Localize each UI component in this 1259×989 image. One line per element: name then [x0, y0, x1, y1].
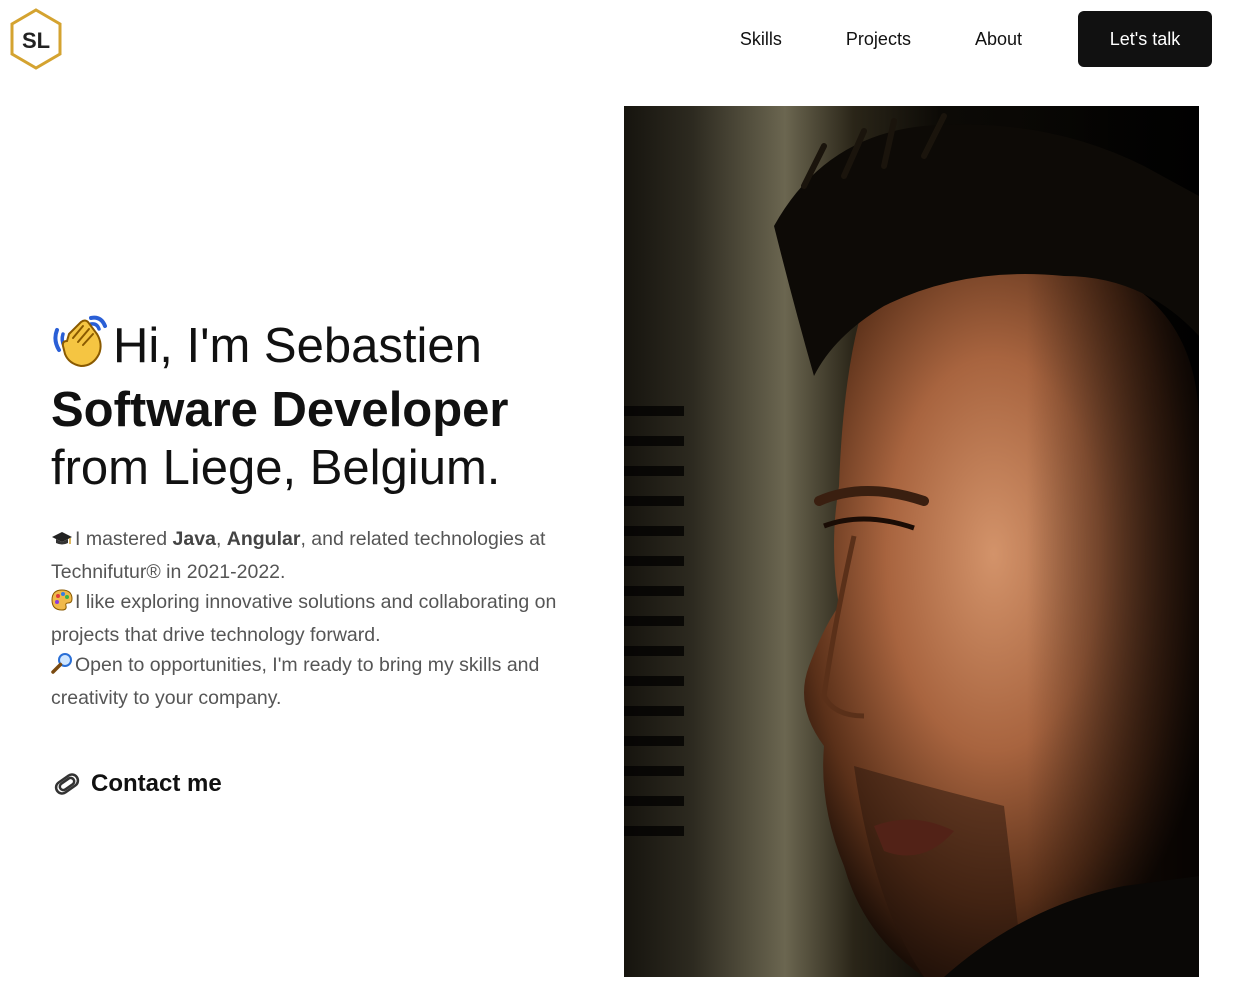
- page: SL Skills Projects About Let's talk Hi, …: [0, 0, 1259, 989]
- graduation-cap-icon: [51, 527, 75, 557]
- greeting-line: Hi, I'm Sebastien: [51, 312, 591, 381]
- hexagon-logo-icon: SL: [10, 8, 62, 70]
- nav-link-projects[interactable]: Projects: [846, 29, 911, 50]
- contact-me-label: Contact me: [91, 770, 222, 797]
- location-text: from Liege, Belgium.: [51, 441, 501, 495]
- contact-me-link[interactable]: Contact me: [51, 769, 591, 799]
- bio-line-opportunities: Open to opportunities, I'm ready to brin…: [51, 650, 571, 713]
- nav-link-about[interactable]: About: [975, 29, 1022, 50]
- skill-java: Java: [172, 528, 216, 550]
- hero-section: Hi, I'm Sebastien Software Developer fro…: [51, 312, 591, 799]
- lets-talk-button[interactable]: Let's talk: [1078, 11, 1212, 67]
- logo-text: SL: [22, 28, 50, 53]
- waving-hand-icon: [51, 312, 113, 381]
- bio: I mastered Java, Angular, and related te…: [51, 524, 571, 713]
- bio-line-education: I mastered Java, Angular, and related te…: [51, 524, 571, 587]
- skill-angular: Angular: [226, 528, 301, 550]
- hero-heading: Hi, I'm Sebastien Software Developer fro…: [51, 312, 591, 497]
- main-nav: Skills Projects About Let's talk: [740, 11, 1212, 67]
- bio-line-interests: I like exploring innovative solutions an…: [51, 587, 571, 650]
- bio-comma: ,: [215, 528, 227, 550]
- bio-pre: I mastered: [75, 528, 173, 550]
- nav-link-skills[interactable]: Skills: [740, 29, 782, 50]
- bio-opportunities-text: Open to opportunities, I'm ready to brin…: [51, 654, 540, 709]
- role-text: Software Developer: [51, 383, 509, 437]
- palette-icon: [51, 589, 75, 620]
- magnifying-glass-icon: [51, 652, 75, 683]
- bio-interests-text: I like exploring innovative solutions an…: [51, 591, 557, 646]
- profile-photo: [624, 106, 1199, 977]
- paperclip-icon: [54, 773, 80, 795]
- greeting-text: Hi, I'm Sebastien: [113, 319, 482, 373]
- site-logo[interactable]: SL: [9, 8, 63, 70]
